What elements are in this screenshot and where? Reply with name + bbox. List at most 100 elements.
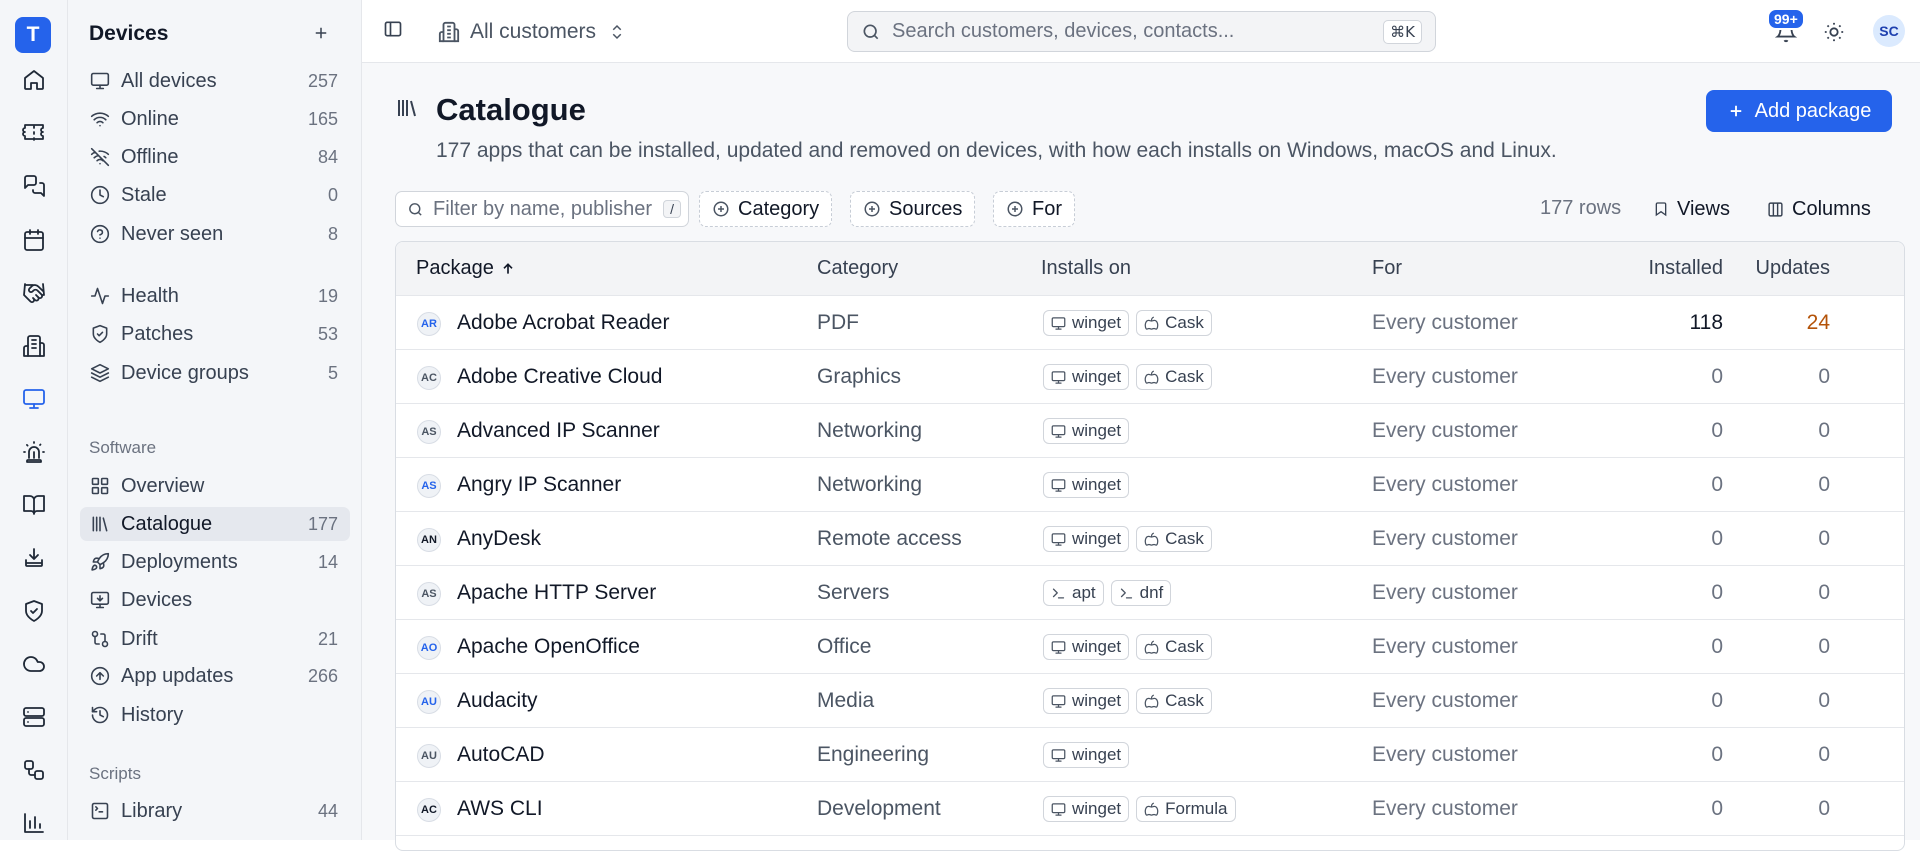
table-row[interactable]: AR Adobe Acrobat Reader PDF winget Cask Every… — [396, 296, 1904, 350]
ticket-icon[interactable] — [18, 117, 50, 149]
monitor-icon — [1051, 694, 1072, 709]
sidebar-item-label: App updates — [121, 664, 234, 687]
sidebar-item-stale[interactable]: Stale 0 — [80, 178, 350, 212]
chart-icon[interactable] — [18, 807, 50, 839]
installs-on-column-header[interactable]: Installs on — [1041, 257, 1131, 280]
package-name[interactable]: AWS CLI — [457, 797, 543, 821]
category-column-header[interactable]: Category — [817, 257, 898, 280]
table-row[interactable]: AU AutoCAD Engineering winget Every customer… — [396, 728, 1904, 782]
package-name[interactable]: Advanced IP Scanner — [457, 419, 660, 443]
package-category: Remote access — [817, 527, 962, 550]
sidebar-item-never-seen[interactable]: Never seen 8 — [80, 217, 350, 251]
package-name[interactable]: Apache OpenOffice — [457, 635, 640, 659]
package-category: Graphics — [817, 365, 902, 388]
user-avatar[interactable]: SC — [1873, 15, 1905, 47]
table-row[interactable]: AS Apache HTTP Server Servers apt dnf Every c… — [396, 566, 1904, 620]
package-name[interactable]: Adobe Creative Cloud — [457, 365, 662, 389]
filter-shortcut: / — [663, 200, 681, 218]
sidebar-toggle-icon[interactable] — [383, 19, 407, 43]
sidebar-item-health[interactable]: Health 19 — [80, 279, 350, 313]
table-row[interactable]: AS Advanced IP Scanner Networking winget Eve… — [396, 404, 1904, 458]
sidebar-item-app-updates[interactable]: App updates 266 — [80, 659, 350, 693]
chat-icon[interactable] — [18, 170, 50, 202]
updates-count: 0 — [1818, 689, 1830, 712]
terminal-square-icon — [89, 800, 111, 822]
sidebar-item-overview[interactable]: Overview — [80, 469, 350, 503]
package-name[interactable]: Audacity — [457, 689, 538, 713]
package-name[interactable]: AnyDesk — [457, 527, 541, 551]
customer-selector[interactable]: All customers — [438, 17, 626, 47]
table-row[interactable]: AU Audacity Media winget Cask Every customer 0… — [396, 674, 1904, 728]
global-search-input[interactable]: Search customers, devices, contacts... ⌘… — [847, 11, 1436, 52]
sidebar-item-label: History — [121, 703, 184, 726]
sidebar-item-offline[interactable]: Offline 84 — [80, 140, 350, 174]
installed-column-header[interactable]: Installed — [1603, 257, 1724, 280]
book-icon[interactable] — [18, 489, 50, 521]
source-label: winget — [1072, 637, 1122, 656]
for-filter-chip[interactable]: For — [993, 191, 1075, 227]
source-badge: winget — [1043, 796, 1130, 822]
add-icon[interactable] — [309, 21, 333, 45]
handshake-icon[interactable] — [18, 277, 50, 309]
sidebar-item-patches[interactable]: Patches 53 — [80, 317, 350, 351]
cloud-icon[interactable] — [18, 648, 50, 680]
monitor-icon — [1051, 370, 1072, 385]
shield-check-icon[interactable] — [18, 595, 50, 627]
apple-icon — [1144, 316, 1165, 331]
alarm-icon[interactable] — [18, 436, 50, 468]
app-logo[interactable]: T — [15, 17, 51, 53]
source-badge: Cask — [1136, 634, 1212, 660]
server-icon[interactable] — [18, 701, 50, 733]
table-row[interactable]: AO Apache OpenOffice Office winget Cask Every… — [396, 620, 1904, 674]
package-name[interactable]: Apache HTTP Server — [457, 581, 656, 605]
sidebar-item-history[interactable]: History — [80, 698, 350, 732]
package-name[interactable]: AutoCAD — [457, 743, 545, 767]
scripts-section-label: Scripts — [89, 764, 141, 783]
table-row[interactable]: AC Adobe Creative Cloud Graphics winget Cask… — [396, 350, 1904, 404]
download-tray-icon[interactable] — [18, 542, 50, 574]
table-row[interactable]: AC AWS CLI Development winget Formula Every c… — [396, 782, 1904, 836]
installed-count: 118 — [1689, 311, 1723, 334]
home-icon[interactable] — [18, 64, 50, 96]
chip-label: For — [1032, 197, 1062, 220]
sidebar-item-devices[interactable]: Devices — [80, 583, 350, 617]
sidebar-item-count: 84 — [317, 146, 338, 167]
views-button[interactable]: Views — [1653, 193, 1730, 225]
package-name[interactable]: Angry IP Scanner — [457, 473, 621, 497]
sidebar-item-online[interactable]: Online 165 — [80, 102, 350, 136]
workflow-icon[interactable] — [18, 754, 50, 786]
sidebar-item-device-groups[interactable]: Device groups 5 — [80, 356, 350, 390]
table-row[interactable]: AS Angry IP Scanner Networking winget Every … — [396, 458, 1904, 512]
sources-filter-chip[interactable]: Sources — [850, 191, 976, 227]
category-filter-chip[interactable]: Category — [699, 191, 833, 227]
updates-column-header[interactable]: Updates — [1726, 257, 1831, 280]
package-for: Every customer — [1372, 635, 1518, 658]
package-name[interactable]: Adobe Acrobat Reader — [457, 311, 669, 335]
columns-button[interactable]: Columns — [1767, 193, 1871, 225]
sidebar-item-catalogue[interactable]: Catalogue 177 — [80, 507, 350, 541]
installs-on-cell: winget — [1043, 472, 1136, 498]
calendar-icon[interactable] — [18, 224, 50, 256]
sidebar-item-all-devices[interactable]: All devices 257 — [80, 64, 350, 98]
source-label: Cask — [1165, 691, 1204, 710]
package-column-header[interactable]: Package — [416, 257, 516, 280]
theme-toggle-sun-icon[interactable] — [1820, 18, 1848, 46]
for-column-header[interactable]: For — [1372, 257, 1402, 280]
app-rail: T — [0, 0, 68, 840]
add-package-button[interactable]: Add package — [1706, 90, 1892, 132]
table-row[interactable]: AN AnyDesk Remote access winget Cask Every cu… — [396, 512, 1904, 566]
monitor-icon — [1051, 532, 1072, 547]
monitor-icon[interactable] — [18, 383, 50, 415]
filter-input[interactable]: Filter by name, publisher / — [395, 191, 689, 227]
sidebar-item-library[interactable]: Library 44 — [80, 794, 350, 828]
sidebar-item-label: Stale — [121, 183, 167, 206]
search-icon — [861, 22, 881, 42]
catalogue-table: Package Category Installs on For Install… — [395, 241, 1905, 851]
sidebar-item-drift[interactable]: Drift 21 — [80, 622, 350, 656]
arrow-up-circle-icon — [89, 665, 111, 687]
building-icon[interactable] — [18, 330, 50, 362]
rows-count: 177 rows — [1540, 197, 1622, 219]
layers-icon — [89, 362, 111, 384]
sidebar-item-deployments[interactable]: Deployments 14 — [80, 545, 350, 579]
package-avatar: AS — [417, 474, 441, 498]
